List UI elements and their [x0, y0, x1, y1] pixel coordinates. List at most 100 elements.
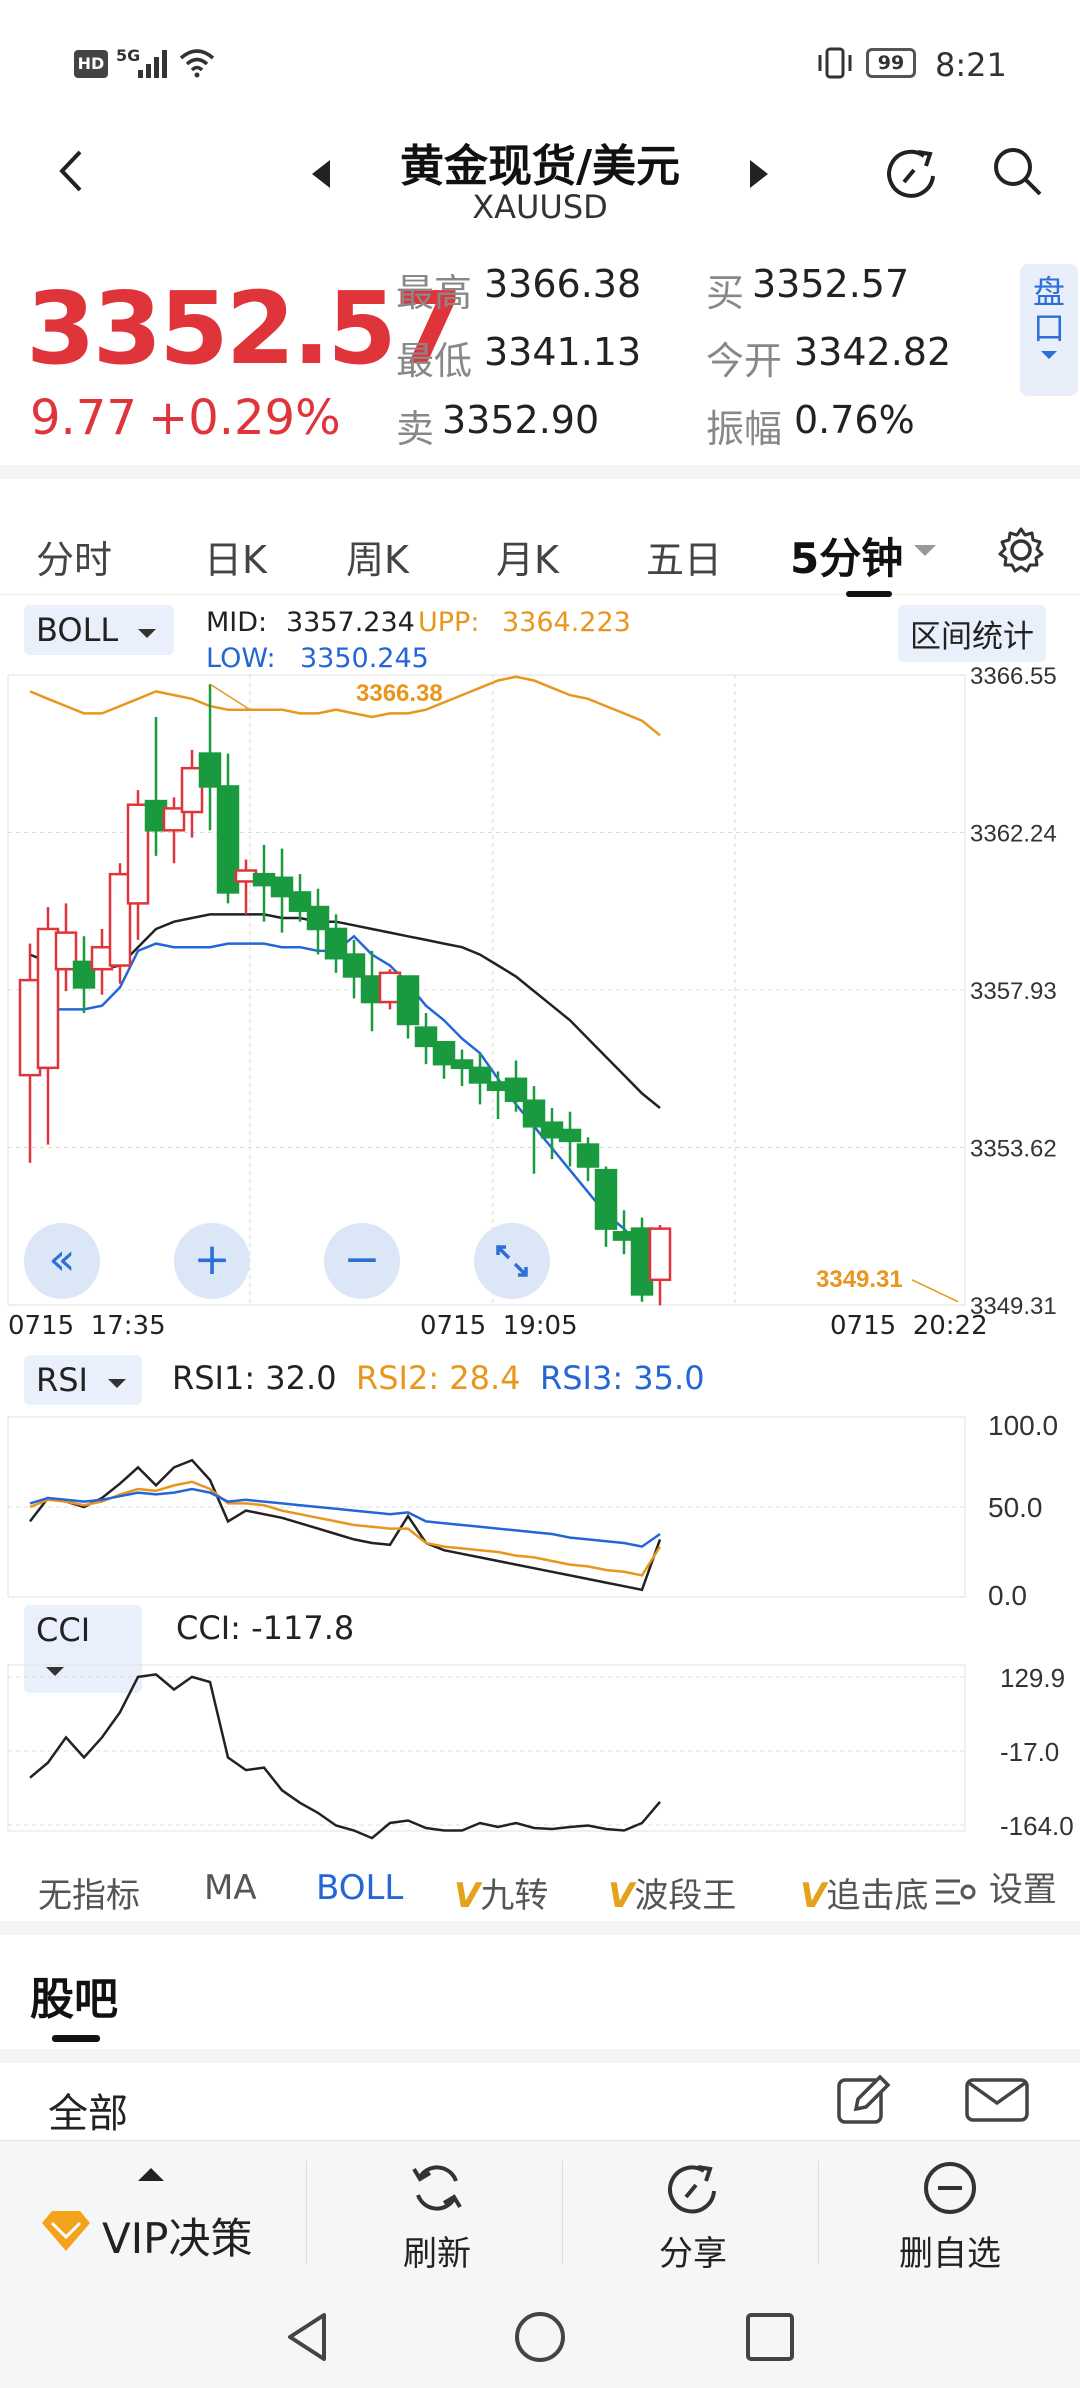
candle-body [396, 975, 420, 1026]
boll-mid-value: 3357.234 [286, 607, 415, 638]
y-tick-label: 3366.55 [970, 665, 1057, 690]
double-chevron-left-icon: « [48, 1234, 76, 1285]
share-label: 分享 [659, 2234, 727, 2274]
buy-label: 买 [706, 271, 745, 315]
y-tick-label: -17.0 [1000, 1737, 1059, 1767]
tab-five-day[interactable]: 五日 [646, 529, 722, 584]
wifi-icon [179, 49, 215, 78]
amplitude-value: 0.76% [794, 398, 915, 442]
sell-value: 3352.90 [442, 398, 600, 442]
forum-divider [0, 2049, 1080, 2063]
clock: 8:21 [935, 46, 1007, 84]
vip-v-icon: V [608, 1876, 635, 1916]
y-tick-label: 50.0 [988, 1492, 1043, 1523]
min-annotation-leader [911, 1279, 959, 1303]
boll-upp-value: 3364.223 [502, 607, 631, 638]
plot-frame [7, 1416, 966, 1598]
boll-selector[interactable]: BOLL [24, 605, 174, 655]
zoom-out-button[interactable]: − [324, 1223, 400, 1299]
tab-weekly-k[interactable]: 周K [346, 529, 409, 584]
max-annotation-leader [209, 683, 251, 711]
rsi-chart[interactable]: 100.0 50.0 0.0 [0, 1407, 1080, 1607]
forum-title[interactable]: 股吧 [30, 1963, 118, 2027]
fullscreen-button[interactable] [474, 1223, 550, 1299]
y-tick-label: 3353.62 [970, 1136, 1057, 1163]
quote-panel: 3352.57 9.77 +0.29% 最高 3366.38 最低 3341.1… [0, 240, 1080, 465]
candle-body [198, 752, 222, 788]
settings-gear-icon[interactable] [996, 525, 1046, 575]
boll-upp-label: UPP: [418, 607, 480, 638]
y-tick-label: 129.9 [1000, 1663, 1065, 1693]
vip-decision-button[interactable]: VIP决策 [30, 2161, 300, 2271]
indicator-bar: 无指标 MA BOLL V九转 V波段王 V追击底 设置 [0, 1840, 1080, 1935]
diamond-icon [42, 2211, 90, 2251]
cci-value: CCI: -117.8 [176, 1609, 355, 1647]
indicator-zhuiji[interactable]: V追击底 [800, 1868, 930, 1917]
refresh-button[interactable]: 刷新 [382, 2159, 492, 2275]
range-stats-button[interactable]: 区间统计 [898, 605, 1046, 662]
mail-icon[interactable] [964, 2077, 1030, 2123]
sell-label: 卖 [396, 407, 435, 451]
tab-daily-k[interactable]: 日K [204, 529, 267, 584]
low-value: 3341.13 [484, 330, 642, 374]
rsi-selector[interactable]: RSI [24, 1355, 142, 1405]
period-tabs: 分时 日K 周K 月K 五日 5分钟 [0, 465, 1080, 597]
minus-icon: − [343, 1234, 381, 1285]
tab-dropdown-icon[interactable] [912, 543, 938, 559]
vibrate-icon [818, 47, 852, 79]
edit-post-icon[interactable] [834, 2071, 892, 2129]
candle-body [468, 1066, 492, 1084]
indicator-ma[interactable]: MA [204, 1868, 257, 1908]
y-tick-label: -164.0 [1000, 1811, 1074, 1841]
price-change: 9.77 [30, 390, 137, 446]
plus-icon: + [193, 1234, 231, 1285]
next-stock-icon[interactable] [746, 156, 772, 192]
high-label: 最高 [396, 271, 473, 315]
indicator-boduan[interactable]: V波段王 [608, 1868, 736, 1917]
forum-filter-all[interactable]: 全部 [48, 2081, 128, 2139]
rsi1-value: RSI1: 32.0 [172, 1359, 337, 1397]
remove-watchlist-button[interactable]: 删自选 [880, 2159, 1020, 2275]
toolbar-divider [306, 2161, 307, 2265]
indicator-zhuiji-label: 追击底 [826, 1876, 929, 1916]
vip-v-icon: V [800, 1876, 827, 1916]
price-change-pct: +0.29% [148, 390, 341, 446]
boll-selector-label: BOLL [36, 611, 119, 649]
status-bar: HD 5G 99 8:21 [0, 0, 1080, 130]
cci-chart[interactable]: 129.9 -17.0 -164.0 [0, 1655, 1080, 1845]
share-button[interactable]: 分享 [638, 2159, 748, 2275]
zoom-in-button[interactable]: + [174, 1223, 250, 1299]
recents-square-icon[interactable] [744, 2311, 796, 2363]
boll-lower-line [30, 934, 661, 1274]
candle-body [306, 905, 330, 931]
rewind-button[interactable]: « [24, 1223, 100, 1299]
amplitude-label: 振幅 [706, 407, 783, 451]
tab-intraday[interactable]: 分时 [36, 529, 112, 584]
battery-level: 99 [877, 52, 905, 74]
indicator-boduan-label: 波段王 [634, 1876, 737, 1916]
plot-frame [7, 1664, 966, 1832]
prev-stock-icon[interactable] [308, 156, 334, 192]
refresh-icon [412, 2165, 462, 2211]
back-triangle-icon[interactable] [282, 2309, 332, 2365]
order-book-button[interactable]: 盘口 [1020, 264, 1078, 396]
tab-monthly-k[interactable]: 月K [496, 529, 559, 584]
tab-5min[interactable]: 5分钟 [790, 525, 903, 586]
home-circle-icon[interactable] [512, 2309, 568, 2365]
y-tick-label: 3362.24 [970, 821, 1057, 848]
back-icon[interactable] [52, 146, 92, 196]
indicator-jiuzhuan[interactable]: V九转 [454, 1868, 548, 1917]
indicator-settings[interactable]: 设置 [928, 1862, 1057, 1912]
indicator-boll[interactable]: BOLL [316, 1868, 403, 1908]
forum-tab-indicator [52, 2035, 100, 2042]
indicator-none[interactable]: 无指标 [38, 1868, 140, 1917]
high-value: 3366.38 [484, 262, 642, 306]
search-icon[interactable] [990, 144, 1046, 200]
battery-icon: 99 [866, 48, 916, 78]
chart-area: BOLL MID: 3357.234 UPP: 3364.223 LOW: 33… [0, 595, 1080, 1925]
refresh-share-icon[interactable] [882, 142, 942, 202]
y-tick-label: 0.0 [988, 1580, 1027, 1607]
candle-body [504, 1077, 528, 1102]
stock-header: 黄金现货/美元 XAUUSD [0, 130, 1080, 240]
chevron-down-icon [138, 629, 157, 638]
